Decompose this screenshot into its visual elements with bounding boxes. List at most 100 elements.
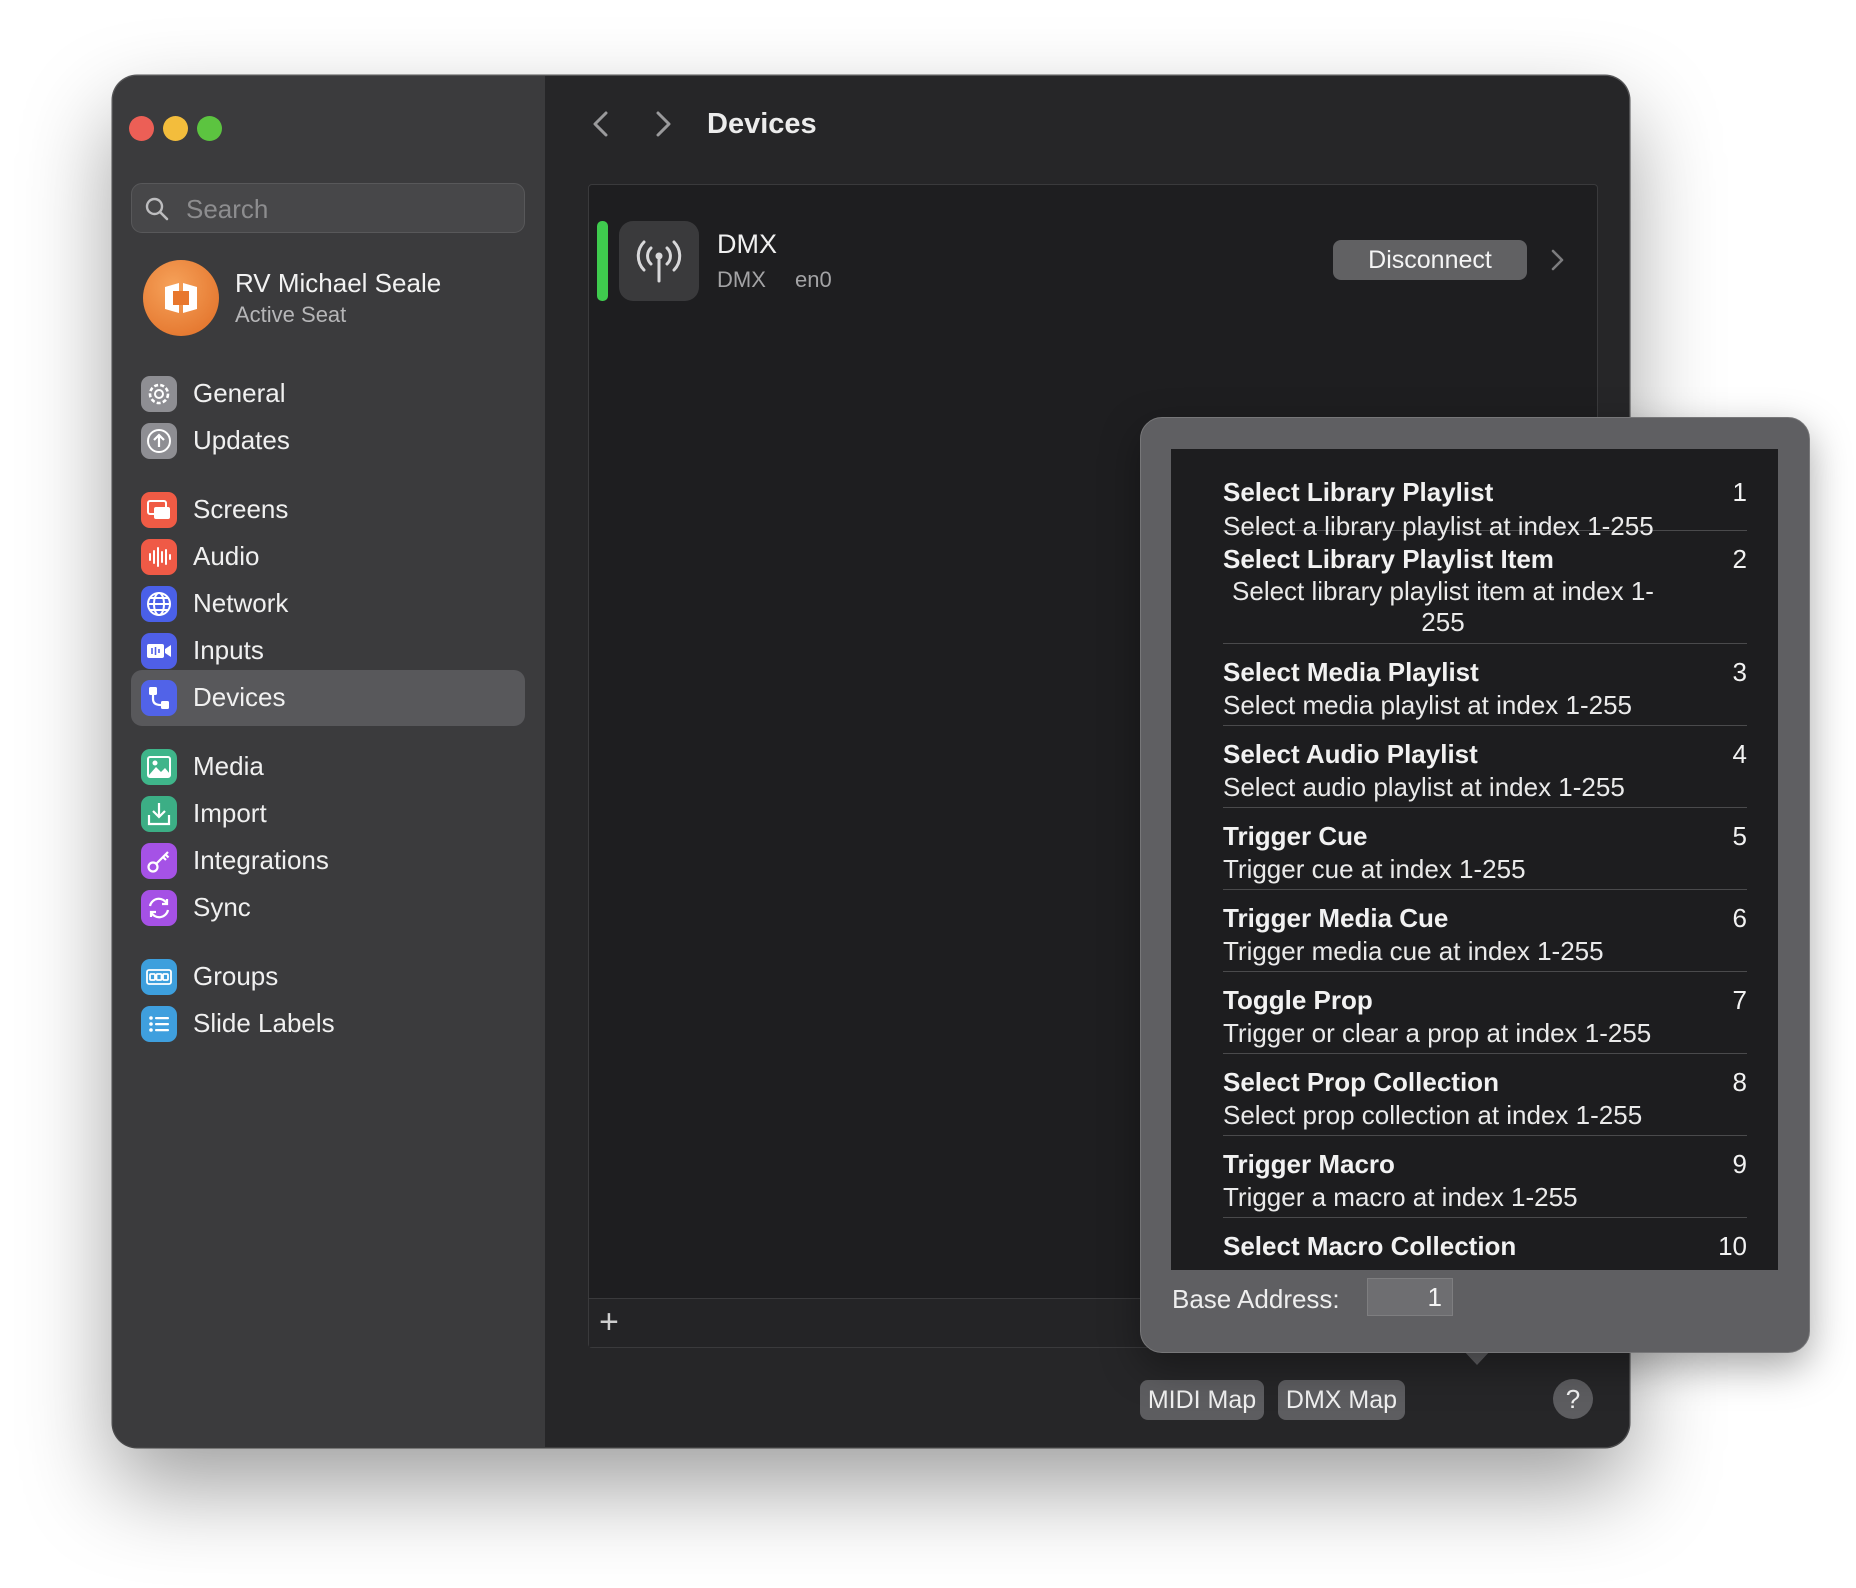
map-entry-channel: 9 bbox=[1732, 1149, 1747, 1179]
map-entry-channel: 4 bbox=[1732, 739, 1747, 769]
groups-icon bbox=[141, 959, 177, 995]
list-item[interactable]: Trigger Media Cue 6 Trigger media cue at… bbox=[1223, 891, 1747, 972]
sidebar-item-label: Updates bbox=[193, 425, 290, 455]
list-item[interactable]: Select Library Playlist Item 2 Select li… bbox=[1223, 532, 1747, 644]
sidebar-item-label: Integrations bbox=[193, 845, 329, 875]
list-item[interactable]: Select Prop Collection 8 Select prop col… bbox=[1223, 1055, 1747, 1136]
map-entry-description: Select prop collection at index 1-255 bbox=[1223, 1100, 1643, 1130]
sidebar-item-label: Devices bbox=[193, 682, 286, 712]
map-entry-description: Select media playlist at index 1-255 bbox=[1223, 690, 1633, 720]
map-entry-title: Select Macro Collection bbox=[1223, 1231, 1517, 1261]
map-entry-description: Trigger media cue at index 1-255 bbox=[1223, 936, 1604, 966]
minimize-window-button[interactable] bbox=[163, 116, 188, 141]
map-entry-description: Trigger or clear a prop at index 1-255 bbox=[1223, 1018, 1652, 1048]
map-entry-channel: 10 bbox=[1718, 1231, 1747, 1261]
dmx-map-popover: Select Library Playlist 1 Select a libra… bbox=[1140, 417, 1810, 1353]
map-entry-description: Select library playlist item at index 1-… bbox=[1232, 576, 1654, 637]
sidebar-item-label: Sync bbox=[193, 892, 251, 922]
sidebar-item-label: Slide Labels bbox=[193, 1008, 335, 1038]
base-address-label: Base Address: bbox=[1172, 1284, 1340, 1314]
map-entry-description: Trigger a macro at index 1-255 bbox=[1223, 1182, 1578, 1212]
map-entry-description: Select audio playlist at index 1-255 bbox=[1223, 772, 1625, 802]
account-row[interactable]: RV Michael Seale Active Seat bbox=[143, 260, 523, 340]
device-interface: en0 bbox=[795, 267, 832, 292]
list-icon bbox=[141, 1006, 177, 1042]
screens-icon bbox=[141, 492, 177, 528]
sidebar-item-label: Screens bbox=[193, 494, 289, 524]
map-entry-title: Select Audio Playlist bbox=[1223, 739, 1478, 769]
account-subtitle: Active Seat bbox=[235, 302, 347, 327]
map-entry-title: Select Library Playlist Item bbox=[1223, 544, 1554, 574]
antenna-icon bbox=[619, 221, 699, 301]
key-icon bbox=[141, 843, 177, 879]
import-icon bbox=[141, 796, 177, 832]
account-name: RV Michael Seale bbox=[235, 268, 442, 298]
list-item[interactable]: Trigger Macro 9 Trigger a macro at index… bbox=[1223, 1137, 1747, 1218]
sidebar-item-devices[interactable]: Devices bbox=[131, 670, 525, 726]
avatar bbox=[143, 260, 219, 336]
photo-icon bbox=[141, 749, 177, 785]
sidebar-item-sync[interactable]: Sync bbox=[131, 880, 525, 936]
list-item[interactable]: Select Library Playlist 1 Select a libra… bbox=[1223, 449, 1747, 541]
page-title: Devices bbox=[707, 108, 817, 140]
globe-icon bbox=[141, 586, 177, 622]
map-entry-title: Toggle Prop bbox=[1223, 985, 1373, 1015]
device-name: DMX bbox=[717, 229, 777, 259]
list-item[interactable]: Select Media Playlist 3 Select media pla… bbox=[1223, 645, 1747, 726]
dmx-map-button[interactable]: DMX Map bbox=[1278, 1380, 1405, 1420]
base-address-field[interactable]: 1 bbox=[1367, 1278, 1453, 1316]
sidebar-item-label: Audio bbox=[193, 541, 260, 571]
search-input[interactable] bbox=[184, 184, 508, 234]
sync-icon bbox=[141, 890, 177, 926]
search-field[interactable] bbox=[131, 183, 525, 234]
zoom-window-button[interactable] bbox=[197, 116, 222, 141]
map-entry-title: Trigger Macro bbox=[1223, 1149, 1395, 1179]
sidebar-item-label: Groups bbox=[193, 961, 279, 991]
sidebar-item-label: Network bbox=[193, 588, 289, 618]
devices-icon bbox=[141, 680, 177, 716]
midi-map-button[interactable]: MIDI Map bbox=[1140, 1380, 1264, 1420]
list-item[interactable]: Trigger Cue 5 Trigger cue at index 1-255 bbox=[1223, 809, 1747, 890]
map-entry-description: Trigger cue at index 1-255 bbox=[1223, 854, 1526, 884]
map-entry-title: Select Library Playlist bbox=[1223, 477, 1494, 507]
map-entry-channel: 3 bbox=[1732, 657, 1747, 687]
connection-status-indicator bbox=[597, 221, 608, 301]
forward-button[interactable] bbox=[643, 104, 683, 144]
map-entry-channel: 6 bbox=[1732, 903, 1747, 933]
map-entry-channel: 7 bbox=[1732, 985, 1747, 1015]
sidebar-item-label: Inputs bbox=[193, 635, 264, 665]
propresenter-logo-icon bbox=[165, 283, 197, 313]
help-button[interactable]: ? bbox=[1553, 1379, 1593, 1419]
map-entry-channel: 2 bbox=[1732, 544, 1747, 574]
gear-icon bbox=[141, 376, 177, 412]
list-item[interactable]: Select Audio Playlist 4 Select audio pla… bbox=[1223, 727, 1747, 808]
map-entry-channel: 8 bbox=[1732, 1067, 1747, 1097]
map-entry-channel: 5 bbox=[1732, 821, 1747, 851]
sidebar-item-label: General bbox=[193, 378, 286, 408]
list-item[interactable]: Select Macro Collection 10 bbox=[1223, 1219, 1747, 1270]
list-item[interactable]: Toggle Prop 7 Trigger or clear a prop at… bbox=[1223, 973, 1747, 1054]
video-input-icon bbox=[141, 633, 177, 669]
waveform-icon bbox=[141, 539, 177, 575]
sidebar-item-slide-labels[interactable]: Slide Labels bbox=[131, 996, 525, 1052]
sidebar-item-label: Media bbox=[193, 751, 264, 781]
map-entry-title: Trigger Media Cue bbox=[1223, 903, 1449, 933]
chevron-left-icon bbox=[593, 111, 608, 137]
arrow-up-circle-icon bbox=[141, 423, 177, 459]
dmx-map-list[interactable]: Select Library Playlist 1 Select a libra… bbox=[1171, 449, 1778, 1270]
map-entry-channel: 1 bbox=[1732, 477, 1747, 507]
disconnect-button[interactable]: Disconnect bbox=[1333, 240, 1527, 280]
map-entry-title: Select Prop Collection bbox=[1223, 1067, 1499, 1097]
back-button[interactable] bbox=[581, 104, 621, 144]
chevron-right-icon bbox=[656, 111, 671, 137]
search-icon bbox=[145, 197, 169, 221]
sidebar: RV Michael Seale Active Seat General Upd… bbox=[113, 76, 547, 1447]
add-device-button[interactable]: + bbox=[599, 1305, 619, 1339]
sidebar-item-updates[interactable]: Updates bbox=[131, 413, 525, 469]
sidebar-item-label: Import bbox=[193, 798, 267, 828]
map-entry-title: Trigger Cue bbox=[1223, 821, 1368, 851]
chevron-right-icon[interactable] bbox=[1545, 245, 1569, 275]
device-type: DMX bbox=[717, 267, 766, 292]
map-entry-title: Select Media Playlist bbox=[1223, 657, 1479, 687]
close-window-button[interactable] bbox=[129, 116, 154, 141]
